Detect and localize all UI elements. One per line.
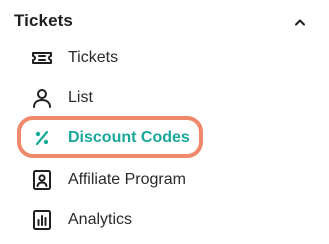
section-title: Tickets bbox=[14, 11, 73, 30]
nav-item-label: Tickets bbox=[68, 49, 119, 66]
nav-item-discount-codes[interactable]: Discount Codes bbox=[30, 126, 310, 150]
nav-item-affiliate-program[interactable]: Affiliate Program bbox=[30, 168, 310, 192]
ticket-icon bbox=[32, 52, 52, 64]
analytics-icon bbox=[33, 210, 51, 230]
nav-item-label: Affiliate Program bbox=[68, 171, 186, 188]
nav-item-analytics[interactable]: Analytics bbox=[30, 208, 310, 232]
section-header-tickets[interactable]: Tickets bbox=[0, 0, 329, 44]
percent-icon bbox=[35, 130, 49, 146]
chevron-up-icon[interactable] bbox=[292, 14, 308, 30]
nav-item-label: List bbox=[68, 89, 93, 106]
user-icon bbox=[33, 89, 51, 108]
affiliate-icon bbox=[33, 170, 51, 190]
nav-item-label: Discount Codes bbox=[68, 129, 190, 146]
nav-item-list[interactable]: List bbox=[30, 86, 310, 110]
tickets-nav-panel: Tickets Tickets List Discount Codes Affi… bbox=[0, 0, 329, 244]
nav-item-tickets[interactable]: Tickets bbox=[30, 46, 310, 70]
nav-item-label: Analytics bbox=[68, 211, 133, 228]
